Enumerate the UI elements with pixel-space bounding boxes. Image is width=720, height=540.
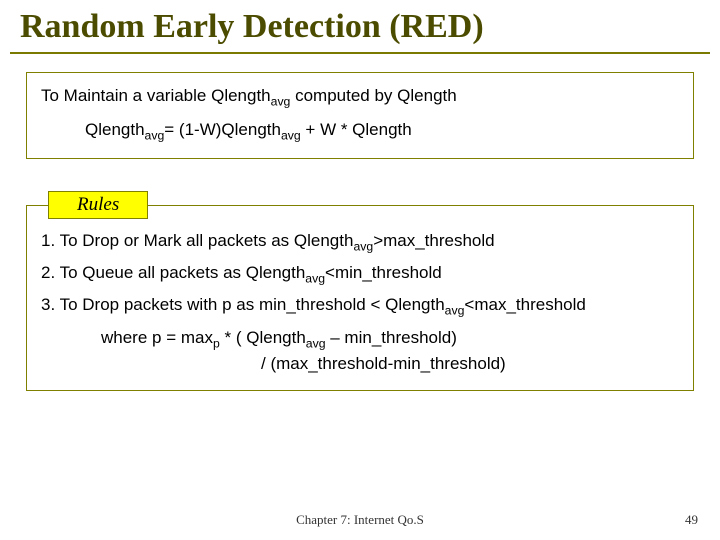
def-text-b: computed by Qlength bbox=[290, 86, 456, 105]
rule2-a: 2. To Queue all packets as Qlength bbox=[41, 263, 305, 282]
rule1-sub: avg bbox=[353, 240, 373, 254]
formula-sub2: avg bbox=[281, 128, 301, 142]
formula-b: = (1-W)Qlength bbox=[164, 120, 281, 139]
formula-sub1: avg bbox=[145, 128, 165, 142]
rule2-b: <min_threshold bbox=[325, 263, 442, 282]
def-sub1: avg bbox=[271, 94, 291, 108]
slide: Random Early Detection (RED) To Maintain… bbox=[0, 0, 720, 540]
footer-page-number: 49 bbox=[685, 512, 698, 528]
formula-c: + W * Qlength bbox=[301, 120, 412, 139]
where-block: where p = maxp * ( Qlengthavg – min_thre… bbox=[101, 326, 679, 376]
footer-chapter: Chapter 7: Internet Qo.S bbox=[0, 512, 720, 528]
where-a: where p = max bbox=[101, 328, 213, 347]
title-area: Random Early Detection (RED) bbox=[0, 0, 720, 52]
rule-1: 1. To Drop or Mark all packets as Qlengt… bbox=[41, 226, 679, 258]
rules-box: 1. To Drop or Mark all packets as Qlengt… bbox=[26, 205, 694, 391]
rule3-sub: avg bbox=[445, 303, 465, 317]
rule1-a: 1. To Drop or Mark all packets as Qlengt… bbox=[41, 231, 353, 250]
def-text-a: To Maintain a variable Qlength bbox=[41, 86, 271, 105]
rule3-b: <max_threshold bbox=[464, 295, 585, 314]
formula-a: Qlength bbox=[85, 120, 145, 139]
where-line2: / (max_threshold-min_threshold) bbox=[261, 352, 679, 376]
rules-area: Rules 1. To Drop or Mark all packets as … bbox=[26, 205, 694, 391]
where-sub1: p bbox=[213, 336, 220, 350]
rule3-a: 3. To Drop packets with p as min_thresho… bbox=[41, 295, 445, 314]
where-b: * ( Qlength bbox=[220, 328, 306, 347]
rule-2: 2. To Queue all packets as Qlengthavg<mi… bbox=[41, 258, 679, 290]
where-sub2: avg bbox=[306, 336, 326, 350]
definition-box: To Maintain a variable Qlengthavg comput… bbox=[26, 72, 694, 159]
rule1-b: >max_threshold bbox=[373, 231, 494, 250]
where-c: – min_threshold) bbox=[326, 328, 457, 347]
definition-line: To Maintain a variable Qlengthavg comput… bbox=[41, 83, 679, 111]
formula-line: Qlengthavg= (1-W)Qlengthavg + W * Qlengt… bbox=[85, 117, 679, 145]
title-underline bbox=[10, 52, 710, 54]
where-line1: where p = maxp * ( Qlengthavg – min_thre… bbox=[101, 326, 679, 353]
rule2-sub: avg bbox=[305, 272, 325, 286]
slide-title: Random Early Detection (RED) bbox=[20, 8, 700, 46]
rule-3: 3. To Drop packets with p as min_thresho… bbox=[41, 290, 679, 322]
rules-label: Rules bbox=[48, 191, 148, 219]
